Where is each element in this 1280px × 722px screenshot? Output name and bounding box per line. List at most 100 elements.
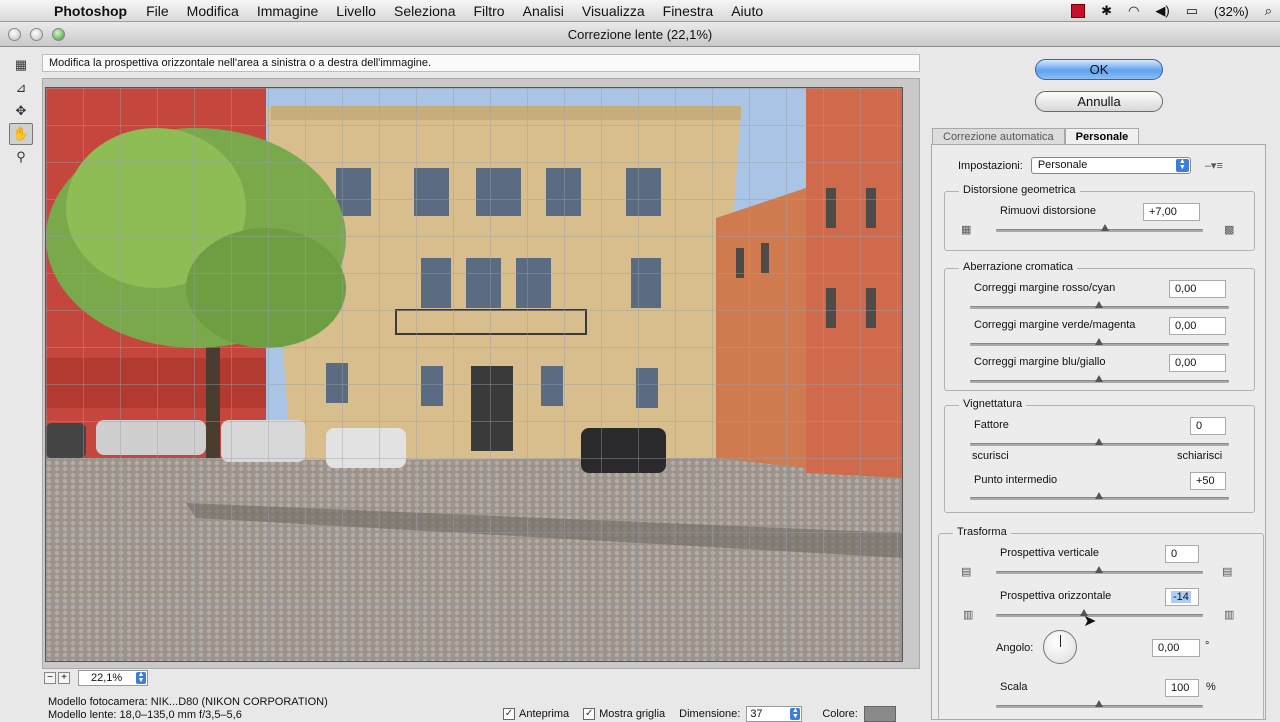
menu-window[interactable]: Finestra	[663, 3, 714, 19]
remove-distortion-label: Rimuovi distorsione	[1000, 205, 1096, 217]
scale-unit: %	[1206, 681, 1216, 693]
green-magenta-thumb[interactable]	[1095, 338, 1103, 345]
lens-info: Modello fotocamera: NIK...D80 (NIKON COR…	[48, 696, 328, 722]
close-window-icon[interactable]	[8, 28, 21, 41]
zoom-out-button[interactable]: −	[44, 672, 56, 684]
popup-arrows-icon: ▲ ▼	[1175, 158, 1189, 172]
menu-layer[interactable]: Livello	[336, 3, 376, 19]
vignette-midpoint-thumb[interactable]	[1095, 492, 1103, 499]
zoom-in-button[interactable]: +	[58, 672, 70, 684]
horizontal-perspective-right-icon: ▥	[1224, 609, 1235, 621]
scale-label: Scala	[1000, 681, 1028, 693]
show-grid-checkbox[interactable]: ✓	[583, 708, 596, 720]
grid-size-value: 37	[750, 708, 763, 720]
settings-row: Impostazioni: Personale ▲ ▼ –▾≡	[958, 157, 1223, 174]
menu-select[interactable]: Seleziona	[394, 3, 456, 19]
move-grid-tool-icon[interactable]: ✥	[9, 100, 33, 122]
mouse-cursor-icon: ➤	[1083, 613, 1097, 630]
cancel-button[interactable]: Annulla	[1035, 91, 1163, 112]
battery-icon[interactable]: ▭	[1186, 3, 1198, 19]
hand-tool-icon[interactable]: ✋	[9, 123, 33, 145]
angle-label: Angolo:	[996, 642, 1034, 654]
settings-value: Personale	[1037, 159, 1088, 171]
wifi-icon[interactable]: ◠	[1128, 3, 1139, 19]
chromatic-title: Aberrazione cromatica	[959, 261, 1078, 273]
bluetooth-icon[interactable]: ✱	[1101, 3, 1112, 19]
zoom-level-field[interactable]: 22,1% ▲ ▼	[78, 670, 148, 686]
ok-button[interactable]: OK	[1035, 59, 1163, 80]
zoom-stepper-icon[interactable]: ▲ ▼	[136, 671, 146, 684]
zoom-tool-icon[interactable]: ⚲	[9, 146, 33, 168]
minimize-window-icon[interactable]	[30, 28, 43, 41]
vignette-amount-field[interactable]: 0	[1190, 417, 1226, 435]
tab-custom[interactable]: Personale	[1064, 128, 1140, 144]
zoom-window-icon[interactable]	[52, 28, 65, 41]
remove-distortion-tool-icon[interactable]: ▦	[9, 54, 33, 76]
tab-auto-correction[interactable]: Correzione automatica	[932, 128, 1065, 144]
horizontal-perspective-left-icon: ▥	[963, 609, 974, 621]
record-status-icon[interactable]	[1071, 4, 1086, 18]
distortion-title: Distorsione geometrica	[959, 184, 1080, 196]
vertical-perspective-label: Prospettiva verticale	[1000, 547, 1100, 559]
red-cyan-thumb[interactable]	[1095, 301, 1103, 308]
pincushion-icon: ▦	[961, 224, 972, 236]
lens-model: Modello lente: 18,0–135,0 mm f/3,5–5,6	[48, 709, 242, 721]
battery-percent: (32%)	[1214, 3, 1249, 19]
menu-help[interactable]: Aiuto	[731, 3, 763, 19]
vertical-perspective-right-icon: ▤	[1222, 566, 1233, 578]
preview-checkbox[interactable]: ✓	[503, 708, 515, 720]
angle-dial[interactable]	[1043, 630, 1077, 664]
vignette-title: Vignettatura	[959, 398, 1027, 410]
vignette-midpoint-label: Punto intermedio	[974, 474, 1058, 486]
vignette-midpoint-field[interactable]: +50	[1190, 472, 1226, 490]
straighten-tool-icon[interactable]: ⊿	[9, 77, 33, 99]
angle-field[interactable]: 0,00	[1152, 639, 1200, 657]
zoom-level: 22,1%	[91, 672, 123, 684]
settings-menu-icon[interactable]: –▾≡	[1205, 159, 1223, 172]
menubar: Photoshop File Modifica Immagine Livello…	[0, 0, 1280, 22]
red-cyan-field[interactable]: 0,00	[1169, 280, 1226, 298]
zoom-bar: − + 22,1% ▲ ▼	[44, 669, 274, 687]
settings-popup[interactable]: Personale ▲ ▼	[1030, 157, 1191, 174]
green-magenta-field[interactable]: 0,00	[1169, 317, 1226, 335]
blue-yellow-field[interactable]: 0,00	[1169, 354, 1226, 372]
vignette-amount-thumb[interactable]	[1095, 438, 1103, 445]
app-menu[interactable]: Photoshop	[54, 3, 127, 19]
horizontal-perspective-field[interactable]: -14	[1165, 588, 1199, 606]
dialog-title-bar: Correzione lente (22,1%)	[0, 23, 1280, 47]
menu-filter[interactable]: Filtro	[473, 3, 504, 19]
menu-edit[interactable]: Modifica	[187, 3, 239, 19]
scale-thumb[interactable]	[1095, 700, 1103, 707]
remove-distortion-slider[interactable]	[996, 229, 1203, 232]
preview-label: Anteprima	[519, 708, 570, 720]
show-grid-label: Mostra griglia	[599, 708, 666, 720]
angle-unit: °	[1205, 640, 1210, 652]
correction-tabs: Correzione automatica Personale	[932, 128, 1140, 145]
piazza-photo	[46, 88, 902, 661]
scale-field[interactable]: 100	[1165, 679, 1199, 697]
vertical-perspective-left-icon: ▤	[961, 566, 972, 578]
tool-column: ▦ ⊿ ✥ ✋ ⚲	[9, 54, 35, 169]
menu-image[interactable]: Immagine	[257, 3, 318, 19]
vertical-perspective-thumb[interactable]	[1095, 566, 1103, 573]
menu-analysis[interactable]: Analisi	[523, 3, 564, 19]
vignette-amount-label: Fattore	[974, 419, 1009, 431]
spotlight-search-icon[interactable]: ⌕	[1265, 3, 1272, 19]
barrel-icon: ▩	[1224, 224, 1235, 236]
grid-size-label: Dimensione:	[679, 708, 741, 720]
blue-yellow-thumb[interactable]	[1095, 375, 1103, 382]
preview-image[interactable]	[45, 87, 903, 662]
green-magenta-label: Correggi margine verde/magenta	[974, 319, 1136, 331]
menu-file[interactable]: File	[146, 3, 169, 19]
grid-size-stepper-icon[interactable]: ▲ ▼	[790, 707, 801, 720]
distortion-group: Distorsione geometrica	[944, 184, 1255, 251]
horizontal-perspective-label: Prospettiva orizzontale	[1000, 590, 1112, 602]
volume-icon[interactable]: ◀)	[1155, 3, 1169, 19]
vertical-perspective-field[interactable]: 0	[1165, 545, 1199, 563]
transform-title: Trasforma	[953, 526, 1011, 538]
dialog-title: Correzione lente (22,1%)	[567, 27, 713, 42]
remove-distortion-thumb[interactable]	[1101, 224, 1109, 231]
horizontal-perspective-slider[interactable]	[996, 614, 1203, 617]
menu-view[interactable]: Visualizza	[582, 3, 645, 19]
remove-distortion-field[interactable]: +7,00	[1143, 203, 1200, 221]
